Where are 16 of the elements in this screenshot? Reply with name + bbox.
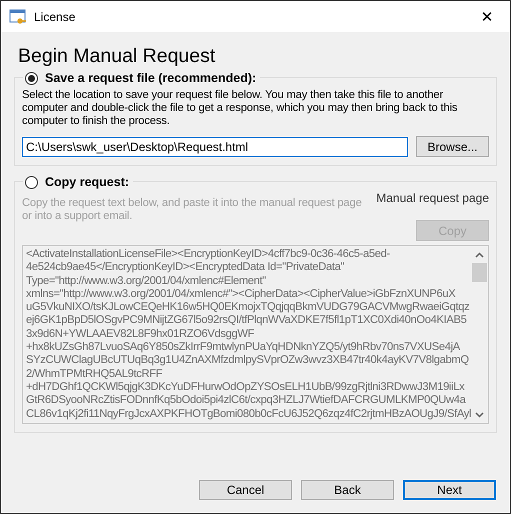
option-label: Copy request: — [45, 175, 130, 189]
browse-button[interactable]: Browse... — [416, 136, 489, 157]
option-label: Save a request file (recommended): — [45, 71, 256, 85]
dialog-button[interactable]: Cancel — [199, 480, 292, 500]
dialog-button[interactable]: Next — [403, 480, 496, 500]
description-text: Select the location to save your request file below. You may then take this file to another computer and double-click the file to get a response, which you may then bring back to this computer to finish the process. — [22, 89, 458, 128]
page-heading: Begin Manual Request — [18, 44, 216, 68]
path-field[interactable]: C:\Users\swk_user\Desktop\Request.html — [22, 136, 408, 156]
request-text: <ActivateInstallationLicenseFile><EncryptionKeyID>4cff7bc9-0c36-46c5-a5ed- 4e524cb9ae45</EncryptionKeyID><EncryptedData Id="PrivateData" Type="http://www.w3.org/2001/04/xmlenc#Element" xmlns="http://www.w3.org/2001/04/xmlenc#"><CipherData><CipherValue>iGbFznXUNP6uX uG5VkuNIXO/tsKJLowCEQeHK16w5HQ0EKmojxTQqjqqBkmVUDG79GACVMwgRwaeiGqtqz ej6GK1pBpD5lOSgvPC9MNijtZG67l5o92rsQI/tfPlqnWVaXDKE7f5fl1pT1XC0Xdi40nOo4KIAB5 3x9d6N+YWLAAEV82L8F9hx01RZO6VdsggWF +hx8kUZsGh87LvuoSAq6Y850sZkIrrF9mtwlynPUaYqHDNknYZQ5/yt9hRbv70ns7VXUSe4jA SYzCUWClagUBcUTUqBq3g1U4ZnAXMfzdmlpySVprOZw3wvz3XB47tr40k4ayKV7V8lgabmQ 2/WhmTPMtRHQ5AL9tcRFF +dH7DGhf1QCKWl5qjgK3DKcYuDFHurwOdOpZYSOsELH1UbB/99zgRjtlni3RDwwJ3M19iiLx GtR6DSyooNRcZtisFODnnfKq5bOdoi5pi4zlC6t/cxpq3HZLJ7WtiefDAFCRGUMLKMP0QUw4a CL86v1qKj2fi11NqyFrgJcxAXPKFHOTgBomi080b0cFcU6J52Q6zqz4fC2rjtmHBzAOUgJ9/SfAyl — [25, 247, 471, 422]
dialog-button[interactable]: Back — [301, 480, 394, 500]
description-text: Copy the request text below, and paste it into the manual request page or into a support email. — [22, 197, 363, 224]
window-title: License — [34, 10, 76, 24]
radio-button[interactable] — [25, 72, 38, 84]
window-key-icon — [9, 8, 27, 26]
close-button[interactable]: ✕ — [464, 1, 510, 32]
scroll-thumb[interactable] — [472, 263, 487, 282]
